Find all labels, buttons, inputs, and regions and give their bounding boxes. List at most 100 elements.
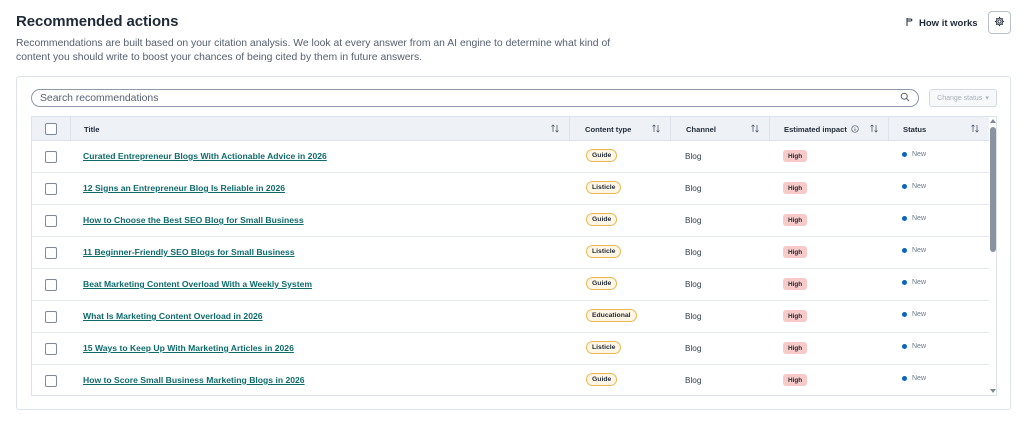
- recommendation-title-link[interactable]: How to Score Small Business Marketing Bl…: [83, 375, 305, 385]
- info-icon[interactable]: [851, 125, 859, 133]
- status-indicator: New: [902, 215, 926, 222]
- scroll-down-icon[interactable]: [990, 389, 996, 393]
- content-type-tag: Educational: [586, 309, 637, 322]
- row-checkbox[interactable]: [45, 215, 57, 227]
- sort-icon[interactable]: [551, 124, 559, 133]
- column-header-channel[interactable]: Channel: [670, 117, 769, 141]
- status-indicator: New: [902, 343, 926, 350]
- scroll-up-icon[interactable]: [990, 119, 996, 123]
- search-box[interactable]: [31, 89, 919, 107]
- impact-badge: High: [783, 374, 808, 386]
- channel-text: Blog: [685, 216, 702, 225]
- table-row[interactable]: How to Score Small Business Marketing Bl…: [32, 365, 989, 395]
- page-title: Recommended actions: [16, 13, 179, 30]
- impact-badge: High: [783, 150, 808, 162]
- recommendation-title-link[interactable]: What Is Marketing Content Overload in 20…: [83, 311, 263, 321]
- row-checkbox[interactable]: [45, 183, 57, 195]
- row-checkbox[interactable]: [45, 343, 57, 355]
- column-header-status[interactable]: Status: [888, 117, 989, 141]
- sort-icon[interactable]: [971, 124, 979, 133]
- recommendations-card: Change status ▾ Title Content type Chann…: [16, 76, 1011, 410]
- status-text: New: [912, 279, 927, 286]
- status-text: New: [912, 375, 927, 382]
- change-status-button[interactable]: Change status ▾: [929, 89, 997, 107]
- impact-badge: High: [783, 278, 808, 290]
- search-input[interactable]: [40, 92, 900, 104]
- recommendations-table: Title Content type Channel Estimated imp…: [31, 116, 997, 396]
- settings-button[interactable]: [988, 11, 1011, 34]
- content-type-tag: Listicle: [586, 341, 622, 354]
- caret-down-icon: ▾: [985, 95, 989, 102]
- channel-text: Blog: [685, 344, 702, 353]
- table-row[interactable]: Beat Marketing Content Overload With a W…: [32, 269, 989, 301]
- impact-badge: High: [783, 214, 808, 226]
- status-dot-icon: [902, 280, 907, 285]
- column-header-title[interactable]: Title: [70, 117, 569, 141]
- sort-icon[interactable]: [870, 124, 878, 133]
- status-dot-icon: [902, 184, 907, 189]
- channel-text: Blog: [685, 152, 702, 161]
- status-indicator: New: [902, 375, 926, 382]
- recommendation-title-link[interactable]: Beat Marketing Content Overload With a W…: [83, 279, 312, 289]
- search-icon[interactable]: [900, 89, 910, 107]
- column-header-impact[interactable]: Estimated impact: [769, 117, 888, 141]
- table-row[interactable]: How to Choose the Best SEO Blog for Smal…: [32, 205, 989, 237]
- status-dot-icon: [902, 312, 907, 317]
- recommendation-title-link[interactable]: 15 Ways to Keep Up With Marketing Articl…: [83, 343, 294, 353]
- impact-badge: High: [783, 342, 808, 354]
- sort-icon[interactable]: [652, 124, 660, 133]
- impact-badge: High: [783, 246, 808, 258]
- table-row[interactable]: What Is Marketing Content Overload in 20…: [32, 301, 989, 333]
- column-content-type-label: Content type: [585, 124, 632, 134]
- table-scrollbar[interactable]: [989, 117, 996, 395]
- table-row[interactable]: 11 Beginner-Friendly SEO Blogs for Small…: [32, 237, 989, 269]
- status-indicator: New: [902, 279, 926, 286]
- how-it-works-label: How it works: [919, 17, 978, 29]
- how-it-works-button[interactable]: How it works: [904, 12, 978, 34]
- column-status-label: Status: [903, 124, 927, 134]
- column-impact-label: Estimated impact: [784, 124, 847, 134]
- signpost-icon: [904, 17, 914, 30]
- status-dot-icon: [902, 344, 907, 349]
- content-type-tag: Listicle: [586, 245, 622, 258]
- status-dot-icon: [902, 248, 907, 253]
- impact-badge: High: [783, 310, 808, 322]
- row-checkbox[interactable]: [45, 279, 57, 291]
- row-checkbox[interactable]: [45, 151, 57, 163]
- status-dot-icon: [902, 152, 907, 157]
- row-checkbox[interactable]: [45, 375, 57, 387]
- status-indicator: New: [902, 311, 926, 318]
- recommendation-title-link[interactable]: 12 Signs an Entrepreneur Blog Is Reliabl…: [83, 183, 285, 193]
- recommendation-title-link[interactable]: How to Choose the Best SEO Blog for Smal…: [83, 215, 304, 225]
- content-type-tag: Guide: [586, 213, 618, 226]
- status-indicator: New: [902, 247, 926, 254]
- channel-text: Blog: [685, 184, 702, 193]
- scrollbar-thumb[interactable]: [990, 127, 996, 252]
- column-channel-label: Channel: [686, 124, 716, 134]
- channel-text: Blog: [685, 280, 702, 289]
- status-text: New: [912, 311, 927, 318]
- content-type-tag: Guide: [586, 149, 618, 162]
- table-row[interactable]: 12 Signs an Entrepreneur Blog Is Reliabl…: [32, 173, 989, 205]
- impact-badge: High: [783, 182, 808, 194]
- row-checkbox[interactable]: [45, 311, 57, 323]
- page-description: Recommendations are built based on your …: [16, 38, 611, 63]
- row-checkbox[interactable]: [45, 247, 57, 259]
- status-indicator: New: [902, 183, 926, 190]
- table-row[interactable]: Curated Entrepreneur Blogs With Actionab…: [32, 141, 989, 173]
- column-title-label: Title: [84, 124, 100, 134]
- column-header-content-type[interactable]: Content type: [569, 117, 670, 141]
- status-indicator: New: [902, 151, 926, 158]
- status-dot-icon: [902, 376, 907, 381]
- table-row[interactable]: 15 Ways to Keep Up With Marketing Articl…: [32, 333, 989, 365]
- status-text: New: [912, 215, 927, 222]
- table-header: Title Content type Channel Estimated imp…: [32, 117, 989, 141]
- content-type-tag: Guide: [586, 277, 618, 290]
- select-all-checkbox[interactable]: [45, 123, 57, 135]
- recommendation-title-link[interactable]: 11 Beginner-Friendly SEO Blogs for Small…: [83, 247, 295, 257]
- channel-text: Blog: [685, 376, 702, 385]
- content-type-tag: Listicle: [586, 181, 622, 194]
- sort-icon[interactable]: [751, 124, 759, 133]
- status-text: New: [912, 183, 927, 190]
- recommendation-title-link[interactable]: Curated Entrepreneur Blogs With Actionab…: [83, 151, 327, 161]
